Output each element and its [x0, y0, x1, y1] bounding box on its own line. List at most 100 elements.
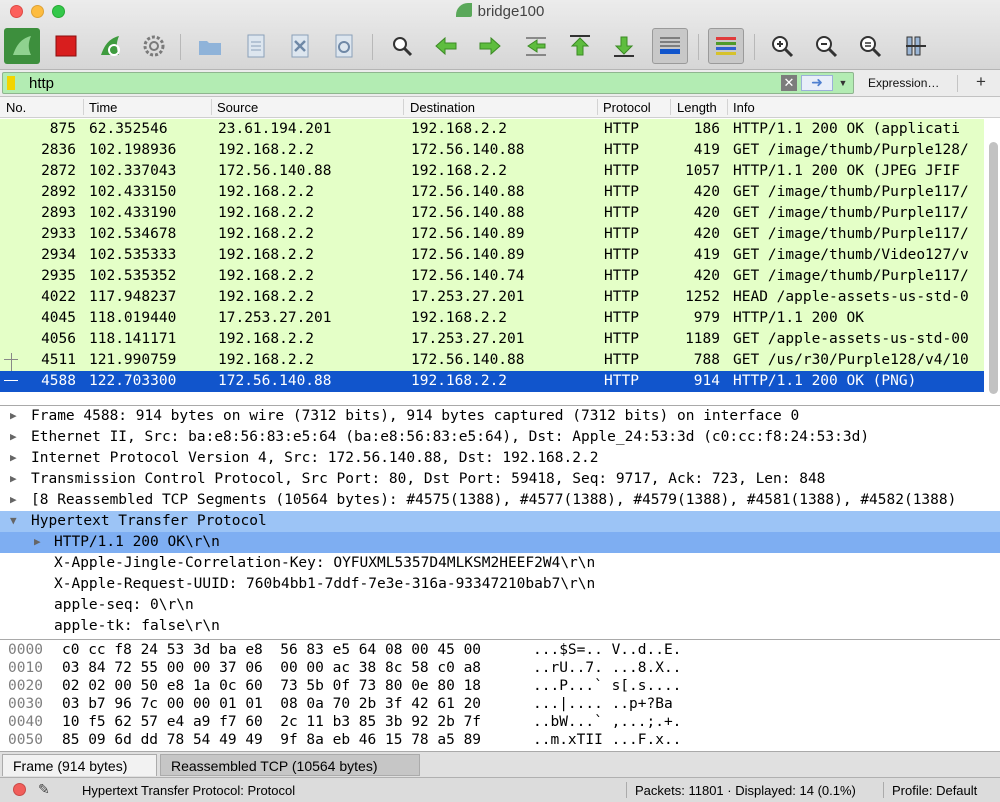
status-bar: ✎ Hypertext Transfer Protocol: Protocol … — [0, 778, 1000, 802]
capture-comment-pencil-icon[interactable]: ✎ — [38, 781, 50, 798]
reload-file-icon — [335, 34, 353, 58]
table-row[interactable]: 4045 118.019440 17.253.27.201 192.168.2.2 HT… — [0, 308, 984, 329]
collapsed-arrow-icon[interactable]: ▶ — [34, 535, 41, 548]
packet-list-scrollbar[interactable] — [989, 142, 998, 394]
start-capture-button[interactable] — [4, 28, 40, 64]
table-row[interactable]: 2935 102.535352 192.168.2.2 172.56.140.74 HT… — [0, 266, 984, 287]
column-header-source[interactable]: Source — [217, 100, 258, 115]
expression-button[interactable]: Expression… — [868, 76, 939, 90]
packet-length-cell: 914 — [693, 373, 720, 389]
hex-ascii: ..rU..7. ...8.X.. — [533, 660, 682, 676]
reload-file-button[interactable] — [326, 28, 362, 64]
hex-dump-row[interactable]: 0010 03 84 72 55 00 00 37 06 00 00 ac 38 … — [0, 660, 1000, 678]
bookmark-icon[interactable] — [7, 76, 15, 90]
collapsed-arrow-icon[interactable]: ▶ — [10, 430, 17, 443]
packet-length-cell: 420 — [693, 205, 720, 221]
zoom-in-button[interactable] — [764, 28, 800, 64]
zoom-out-button[interactable] — [808, 28, 844, 64]
open-file-button[interactable] — [192, 28, 228, 64]
table-row[interactable]: 4022 117.948237 192.168.2.2 17.253.27.201 HT… — [0, 287, 984, 308]
first-packet-button[interactable] — [562, 28, 598, 64]
filter-history-chevron-down-icon[interactable]: ▼ — [836, 76, 850, 90]
tree-item[interactable]: ▶ Ethernet II, Src: ba:e8:56:83:e5:64 (ba… — [0, 427, 1000, 448]
packet-length-cell: 186 — [693, 121, 720, 137]
table-row[interactable]: 2872 102.337043 172.56.140.88 192.168.2.2 HT… — [0, 161, 984, 182]
packet-info-cell: GET /image/thumb/Purple117/ — [733, 226, 969, 242]
go-to-packet-button[interactable] — [518, 28, 554, 64]
hex-ascii: ..bW...` ,...;.+. — [533, 714, 682, 730]
last-packet-button[interactable] — [606, 28, 642, 64]
column-header-length[interactable]: Length — [677, 100, 717, 115]
tree-item[interactable]: apple-seq: 0\r\n — [0, 595, 1000, 616]
apply-filter-arrow-icon[interactable]: ➜ — [801, 75, 833, 91]
collapsed-arrow-icon[interactable]: ▶ — [10, 493, 17, 506]
hex-dump-row[interactable]: 0020 02 02 00 50 e8 1a 0c 60 73 5b 0f 73 … — [0, 678, 1000, 696]
collapsed-arrow-icon[interactable]: ▶ — [10, 472, 17, 485]
hex-ascii: ..m.xTII ...F.x.. — [533, 732, 682, 748]
column-header-info[interactable]: Info — [733, 100, 755, 115]
add-filter-button[interactable]: + — [976, 72, 986, 92]
expert-info-icon[interactable] — [13, 783, 26, 796]
table-row[interactable]: 2893 102.433190 192.168.2.2 172.56.140.88 HT… — [0, 203, 984, 224]
table-row[interactable]: 4511 121.990759 192.168.2.2 172.56.140.88 HT… — [0, 350, 984, 371]
collapsed-arrow-icon[interactable]: ▶ — [10, 451, 17, 464]
table-row[interactable]: 2934 102.535333 192.168.2.2 172.56.140.89 HT… — [0, 245, 984, 266]
column-header-protocol[interactable]: Protocol — [603, 100, 651, 115]
hex-dump-row[interactable]: 0000 c0 cc f8 24 53 3d ba e8 56 83 e5 64 … — [0, 642, 1000, 660]
tree-item[interactable]: apple-tk: false\r\n — [0, 616, 1000, 637]
table-row[interactable]: 2892 102.433150 192.168.2.2 172.56.140.88 HT… — [0, 182, 984, 203]
table-row[interactable]: 2933 102.534678 192.168.2.2 172.56.140.89 HT… — [0, 224, 984, 245]
tree-item[interactable]: ▶ HTTP/1.1 200 OK\r\n — [0, 532, 1000, 553]
tree-item[interactable]: X-Apple-Request-UUID: 760b4bb1-7ddf-7e3e… — [0, 574, 1000, 595]
column-header-destination[interactable]: Destination — [410, 100, 475, 115]
table-row[interactable]: 4056 118.141171 192.168.2.2 17.253.27.201 HT… — [0, 329, 984, 350]
colorize-button[interactable] — [708, 28, 744, 64]
tree-item-label: Internet Protocol Version 4, Src: 172.56… — [31, 450, 599, 466]
zoom-normal-button[interactable] — [852, 28, 888, 64]
hex-ascii: ...$S=.. V..d..E. — [533, 642, 682, 658]
autoscroll-button[interactable] — [652, 28, 688, 64]
capture-options-button[interactable] — [136, 28, 172, 64]
hex-bytes: 03 84 72 55 00 00 37 06 00 00 ac 38 8c 5… — [62, 660, 482, 676]
expanded-arrow-icon[interactable]: ▼ — [10, 514, 17, 527]
packet-length-cell: 1057 — [685, 163, 720, 179]
go-forward-button[interactable] — [472, 28, 508, 64]
hex-dump-row[interactable]: 0030 03 b7 96 7c 00 00 01 01 08 0a 70 2b … — [0, 696, 1000, 714]
stop-capture-button[interactable] — [48, 28, 84, 64]
tree-item[interactable]: ▶ [8 Reassembled TCP Segments (10564 byte… — [0, 490, 1000, 511]
tree-item[interactable]: X-Apple-Jingle-Correlation-Key: OYFUXML5… — [0, 553, 1000, 574]
tab-frame-bytes[interactable]: Frame (914 bytes) — [2, 754, 157, 776]
column-header-no[interactable]: No. — [6, 100, 26, 115]
save-file-button[interactable] — [238, 28, 274, 64]
tree-item[interactable]: ▶ Frame 4588: 914 bytes on wire (7312 bit… — [0, 406, 1000, 427]
tree-item[interactable]: ▶ Internet Protocol Version 4, Src: 172.5… — [0, 448, 1000, 469]
tree-item[interactable]: ▼ Hypertext Transfer Protocol — [0, 511, 1000, 532]
restart-capture-button[interactable] — [92, 28, 128, 64]
table-row[interactable]: 2836 102.198936 192.168.2.2 172.56.140.88 HT… — [0, 140, 984, 161]
tab-reassembled-tcp[interactable]: Reassembled TCP (10564 bytes) — [160, 754, 420, 776]
hex-dump-row[interactable]: 0050 85 09 6d dd 78 54 49 49 9f 8a eb 46 … — [0, 732, 1000, 750]
hex-offset: 0050 — [8, 732, 43, 748]
go-back-button[interactable] — [428, 28, 464, 64]
packet-length-cell: 1252 — [685, 289, 720, 305]
find-packet-button[interactable] — [384, 28, 420, 64]
resize-columns-button[interactable] — [898, 28, 934, 64]
hex-dump-row[interactable]: 0040 10 f5 62 57 e4 a9 f7 60 2c 11 b3 85 … — [0, 714, 1000, 732]
hex-offset: 0000 — [8, 642, 43, 658]
table-row-selected[interactable]: 4588 122.703300 172.56.140.88 192.168.2.2 HT… — [0, 371, 984, 392]
display-filter-value[interactable]: http — [29, 75, 54, 92]
hex-bytes: 85 09 6d dd 78 54 49 49 9f 8a eb 46 15 7… — [62, 732, 482, 748]
window-title: bridge100 — [0, 3, 1000, 20]
collapsed-arrow-icon[interactable]: ▶ — [10, 409, 17, 422]
related-packet-line-icon — [11, 353, 12, 371]
status-profile[interactable]: Profile: Default — [892, 783, 977, 798]
close-file-button[interactable] — [282, 28, 318, 64]
packet-list-header: No. Time Source Destination Protocol Len… — [0, 97, 1000, 118]
display-filter-input[interactable]: http ✕ ➜ ▼ — [2, 72, 854, 94]
tree-item-label: Transmission Control Protocol, Src Port:… — [31, 471, 826, 487]
tree-item[interactable]: ▶ Transmission Control Protocol, Src Port… — [0, 469, 1000, 490]
go-to-packet-icon — [526, 37, 546, 56]
column-header-time[interactable]: Time — [89, 100, 117, 115]
clear-filter-icon[interactable]: ✕ — [781, 75, 797, 91]
table-row[interactable]: 875 62.352546 23.61.194.201 192.168.2.2 HTTP… — [0, 119, 984, 140]
